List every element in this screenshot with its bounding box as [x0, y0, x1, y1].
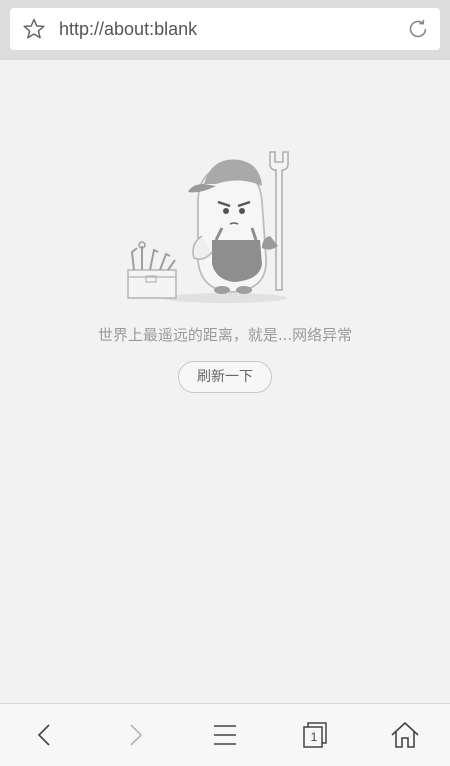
refresh-icon[interactable] [406, 17, 430, 41]
bottom-toolbar: 1 [0, 703, 450, 766]
toolbox-icon [127, 241, 177, 299]
home-button[interactable] [390, 720, 420, 750]
menu-icon [214, 725, 236, 745]
tab-count: 1 [310, 730, 318, 744]
address-bar[interactable]: http://about:blank [10, 8, 440, 50]
home-icon [391, 721, 419, 748]
back-button[interactable] [30, 720, 60, 750]
url-field[interactable]: http://about:blank [59, 18, 197, 40]
top-bar: http://about:blank [0, 0, 450, 60]
browser-page: http://about:blank 世界上最遥远的距离，就是...网络异常 刷… [0, 0, 450, 766]
star-icon[interactable] [22, 17, 46, 41]
reload-button[interactable]: 刷新一下 [178, 361, 272, 393]
chevron-left-icon [37, 724, 50, 746]
error-message: 世界上最遥远的距离，就是...网络异常 [97, 326, 353, 344]
network-error-illustration [120, 140, 310, 310]
chevron-right-icon [130, 724, 143, 746]
forward-button[interactable] [120, 720, 150, 750]
tabs-button[interactable]: 1 [300, 720, 330, 750]
menu-button[interactable] [210, 720, 240, 750]
